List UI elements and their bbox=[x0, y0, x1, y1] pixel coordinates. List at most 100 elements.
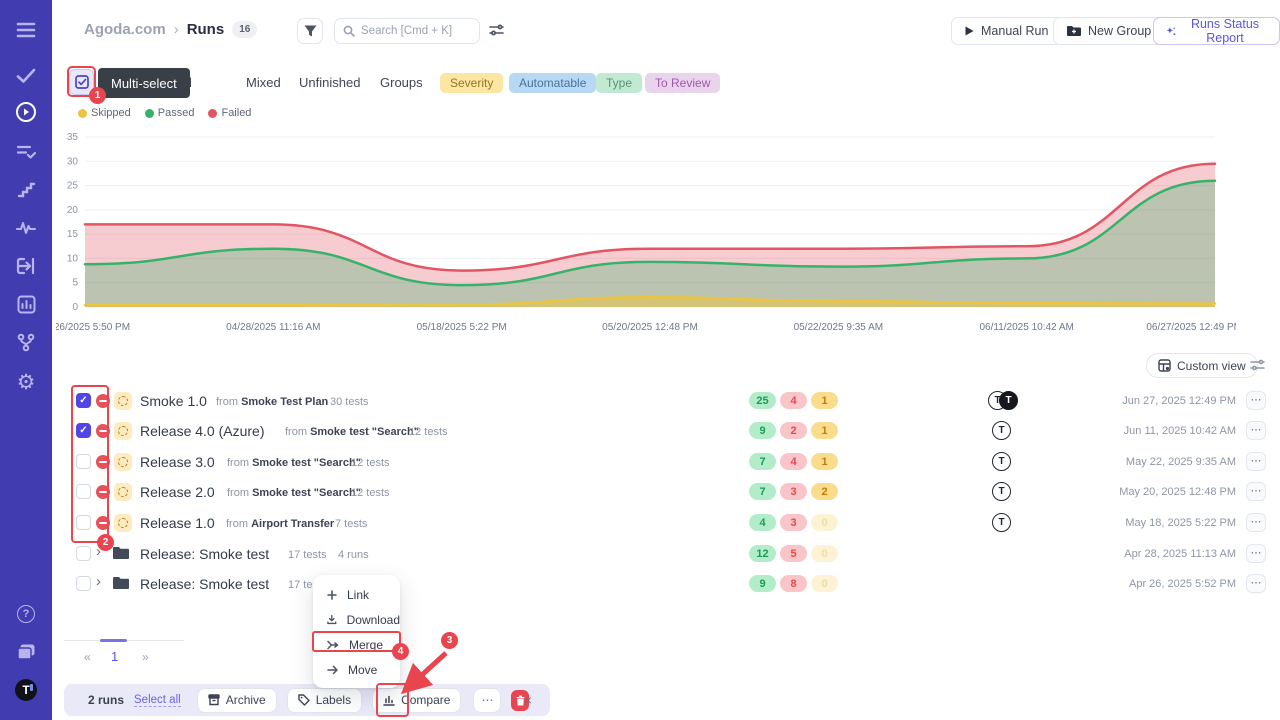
help-icon[interactable]: ? bbox=[0, 600, 52, 628]
table-row[interactable]: Release 3.0 from Smoke test "Search" 12 … bbox=[0, 447, 1280, 477]
custom-view-button[interactable]: Custom view bbox=[1146, 353, 1258, 378]
row-checkbox[interactable] bbox=[76, 576, 91, 591]
row-more-button[interactable]: ⋯ bbox=[1246, 452, 1266, 471]
run-title[interactable]: Smoke 1.0 bbox=[140, 393, 207, 409]
filter-pill-type[interactable]: Type bbox=[596, 73, 642, 93]
skipped-count: 1 bbox=[811, 392, 838, 409]
breadcrumb-separator: › bbox=[174, 21, 179, 38]
row-checkbox[interactable] bbox=[76, 454, 91, 469]
row-more-button[interactable]: ⋯ bbox=[1246, 574, 1266, 593]
avatar: T bbox=[992, 421, 1011, 440]
row-checkbox[interactable] bbox=[76, 546, 91, 561]
annotation-badge-3: 3 bbox=[441, 632, 458, 649]
svg-text:05/18/2025 5:22 PM: 05/18/2025 5:22 PM bbox=[417, 322, 507, 333]
table-row-group[interactable]: › Release: Smoke test 17 tests 7 runs 9 … bbox=[0, 569, 1280, 599]
table-row[interactable]: Release 1.0 from Airport Transfer 7 test… bbox=[0, 508, 1280, 538]
import-icon[interactable] bbox=[0, 252, 52, 280]
expand-chevron-icon[interactable]: › bbox=[96, 543, 101, 560]
remove-run-icon[interactable] bbox=[96, 516, 110, 530]
row-checkbox[interactable] bbox=[76, 515, 91, 530]
docs-icon[interactable] bbox=[0, 638, 52, 666]
row-checkbox[interactable]: ✓ bbox=[76, 393, 91, 408]
menu-item-move[interactable]: Move bbox=[313, 657, 400, 682]
breadcrumb: Agoda.com › Runs 16 bbox=[84, 21, 257, 38]
row-more-button[interactable]: ⋯ bbox=[1246, 544, 1266, 563]
run-title[interactable]: Release 3.0 bbox=[140, 454, 215, 470]
compare-button[interactable]: Compare bbox=[372, 688, 461, 713]
test-plans-icon[interactable] bbox=[0, 138, 52, 166]
passed-count: 9 bbox=[749, 422, 776, 439]
gear-icon[interactable]: ⚙ bbox=[0, 368, 52, 396]
row-more-button[interactable]: ⋯ bbox=[1246, 513, 1266, 532]
skipped-count: 0 bbox=[811, 545, 838, 562]
view-settings-icon[interactable] bbox=[1250, 358, 1265, 376]
multi-select-tooltip: Multi-select bbox=[98, 68, 190, 98]
search-input[interactable] bbox=[361, 25, 471, 37]
tab-groups[interactable]: Groups bbox=[380, 75, 423, 90]
run-title[interactable]: Release 4.0 (Azure) bbox=[140, 423, 265, 439]
run-title[interactable]: Release 2.0 bbox=[140, 484, 215, 500]
skipped-dot-icon bbox=[78, 109, 87, 118]
labels-button[interactable]: Labels bbox=[287, 688, 362, 713]
run-source: from Smoke Test Plan bbox=[216, 396, 328, 408]
group-title[interactable]: Release: Smoke test bbox=[140, 546, 269, 562]
select-all-link[interactable]: Select all bbox=[134, 694, 181, 707]
runs-status-report-button[interactable]: Runs Status Report bbox=[1153, 17, 1280, 45]
filter-pill-automatable[interactable]: Automatable bbox=[509, 73, 596, 93]
group-title[interactable]: Release: Smoke test bbox=[140, 576, 269, 592]
row-more-button[interactable]: ⋯ bbox=[1246, 421, 1266, 440]
svg-text:30: 30 bbox=[67, 156, 79, 167]
run-title[interactable]: Release 1.0 bbox=[140, 515, 215, 531]
row-more-button[interactable]: ⋯ bbox=[1246, 391, 1266, 410]
table-row-group[interactable]: › Release: Smoke test 17 tests 4 runs 12… bbox=[0, 539, 1280, 569]
tab-mixed[interactable]: Mixed bbox=[246, 75, 281, 90]
run-date: May 18, 2025 5:22 PM bbox=[1125, 517, 1236, 529]
pagination-page-1[interactable]: 1 bbox=[111, 649, 118, 664]
steps-icon[interactable] bbox=[0, 176, 52, 204]
menu-item-merge[interactable]: Merge bbox=[313, 632, 400, 657]
remove-run-icon[interactable] bbox=[96, 455, 110, 469]
expand-chevron-icon[interactable]: › bbox=[96, 573, 101, 590]
manual-run-button[interactable]: Manual Run bbox=[951, 17, 1062, 45]
branch-icon[interactable] bbox=[0, 328, 52, 356]
new-group-button[interactable]: New Group bbox=[1053, 17, 1165, 45]
tab-unfinished[interactable]: Unfinished bbox=[299, 75, 360, 90]
analytics-icon[interactable] bbox=[0, 290, 52, 318]
tune-icon[interactable] bbox=[489, 23, 504, 41]
pagination-next[interactable]: » bbox=[142, 650, 149, 664]
row-more-button[interactable]: ⋯ bbox=[1246, 482, 1266, 501]
remove-run-icon[interactable] bbox=[96, 394, 110, 408]
pagination-active-indicator bbox=[100, 639, 127, 642]
funnel-icon bbox=[304, 25, 317, 38]
table-row[interactable]: ✓ Release 4.0 (Azure) from Smoke test "S… bbox=[0, 416, 1280, 446]
svg-text:35: 35 bbox=[67, 132, 79, 143]
row-checkbox[interactable]: ✓ bbox=[76, 423, 91, 438]
search-box[interactable] bbox=[334, 18, 480, 44]
breadcrumb-project[interactable]: Agoda.com bbox=[84, 21, 166, 38]
menu-item-link[interactable]: Link bbox=[313, 582, 400, 607]
bulk-close-button[interactable]: × bbox=[519, 691, 537, 709]
check-icon[interactable] bbox=[0, 62, 52, 90]
failed-dot-icon bbox=[208, 109, 217, 118]
multi-select-button[interactable] bbox=[69, 69, 94, 95]
run-play-icon[interactable] bbox=[0, 98, 52, 126]
remove-run-icon[interactable] bbox=[96, 424, 110, 438]
run-status-icon bbox=[114, 514, 132, 532]
filter-pill-severity[interactable]: Severity bbox=[440, 73, 503, 93]
remove-run-icon[interactable] bbox=[96, 485, 110, 499]
skipped-count: 1 bbox=[811, 453, 838, 470]
table-row[interactable]: Release 2.0 from Smoke test "Search" 12 … bbox=[0, 477, 1280, 507]
menu-item-download[interactable]: Download bbox=[313, 607, 400, 632]
passed-count: 7 bbox=[749, 453, 776, 470]
table-row[interactable]: ✓ Smoke 1.0 from Smoke Test Plan 30 test… bbox=[0, 386, 1280, 416]
failed-count: 3 bbox=[780, 514, 807, 531]
menu-icon[interactable] bbox=[0, 16, 52, 44]
testomat-logo[interactable]: T bbox=[0, 676, 52, 704]
bulk-more-button[interactable]: ⋯ bbox=[473, 688, 501, 713]
pagination-prev[interactable]: « bbox=[84, 650, 91, 664]
filter-pill-to-review[interactable]: To Review bbox=[645, 73, 720, 93]
archive-button[interactable]: Archive bbox=[197, 688, 277, 713]
pulse-icon[interactable] bbox=[0, 214, 52, 242]
row-checkbox[interactable] bbox=[76, 484, 91, 499]
filter-button[interactable] bbox=[297, 18, 323, 44]
